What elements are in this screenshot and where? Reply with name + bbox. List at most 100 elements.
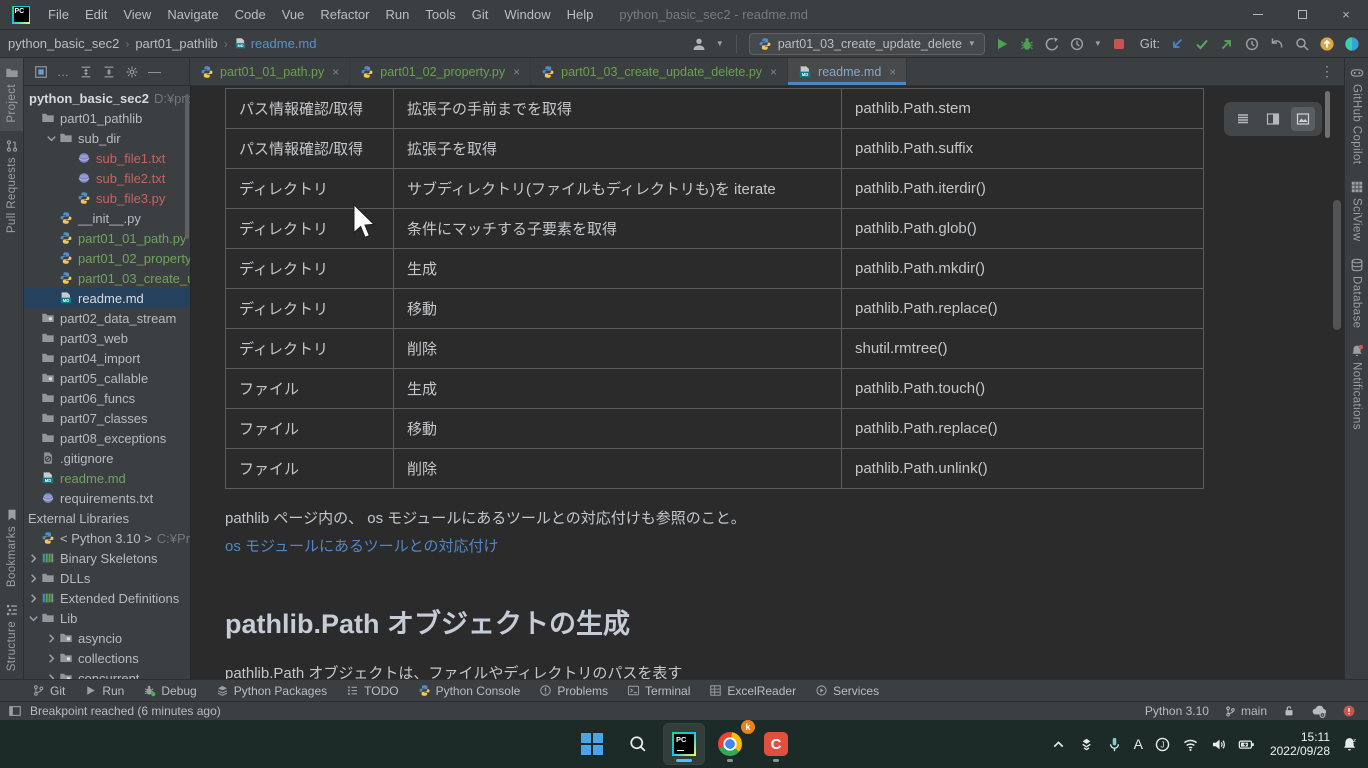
tree-item-readme-md[interactable]: MDreadme.md <box>24 468 190 488</box>
close-button[interactable]: × <box>1324 0 1368 29</box>
tree-item-lib[interactable]: Lib <box>24 608 190 628</box>
menu-file[interactable]: File <box>40 0 77 29</box>
stripe-button-database[interactable]: Database <box>1350 250 1364 336</box>
taskbar-app-chrome[interactable]: k <box>710 724 750 764</box>
stripe-button-pull-requests[interactable]: Pull Requests <box>5 131 19 241</box>
toolwindow-button-git[interactable]: Git <box>32 684 65 698</box>
select-opened-file-icon[interactable] <box>34 65 48 79</box>
git-commit-button[interactable] <box>1194 36 1210 52</box>
chevron-right-icon[interactable] <box>26 551 41 566</box>
tree-item-asyncio[interactable]: asyncio <box>24 628 190 648</box>
dropbox-icon[interactable] <box>1078 736 1095 753</box>
ime-icon[interactable]: A <box>1134 736 1143 752</box>
tree-item-readme-md[interactable]: MDreadme.md <box>24 288 190 308</box>
run-button[interactable] <box>994 36 1010 52</box>
menu-help[interactable]: Help <box>559 0 602 29</box>
stripe-button-structure[interactable]: Structure <box>5 595 19 679</box>
tab-part01-02-property-py[interactable]: part01_02_property.py× <box>350 58 531 85</box>
battery-icon[interactable] <box>1238 736 1255 753</box>
wifi-icon[interactable] <box>1182 736 1199 753</box>
expand-all-icon[interactable] <box>79 65 93 79</box>
tree-item-part03-web[interactable]: part03_web <box>24 328 190 348</box>
stripe-button-project[interactable]: Project <box>0 58 23 131</box>
toolwindow-button-terminal[interactable]: Terminal <box>627 684 690 698</box>
stripe-button-notifications[interactable]: Notifications <box>1350 336 1364 438</box>
stripe-button-sciview[interactable]: SciView <box>1350 172 1364 250</box>
user-dropdown-caret[interactable]: ▼ <box>716 40 724 48</box>
tree-item-collections[interactable]: collections <box>24 648 190 668</box>
collapse-all-icon[interactable] <box>102 65 116 79</box>
toolwindow-button-problems[interactable]: Problems <box>539 684 608 698</box>
microphone-icon[interactable] <box>1106 736 1123 753</box>
cloud-settings-icon[interactable] <box>1311 703 1327 719</box>
tab-close-icon[interactable]: × <box>513 65 520 79</box>
tree-item-sub-file3-py[interactable]: sub_file3.py <box>24 188 190 208</box>
chevron-right-icon[interactable] <box>44 651 59 666</box>
alarm-clock-icon[interactable]: J <box>1154 736 1171 753</box>
menu-run[interactable]: Run <box>378 0 418 29</box>
tool-window-toggle-icon[interactable] <box>8 704 22 718</box>
tree-item-sub-file1-txt[interactable]: sub_file1.txt <box>24 148 190 168</box>
history-button[interactable] <box>1244 36 1260 52</box>
preview-scrollbar[interactable] <box>1325 91 1330 138</box>
chevron-right-icon[interactable] <box>26 571 41 586</box>
menu-view[interactable]: View <box>115 0 159 29</box>
undo-button[interactable] <box>1269 36 1285 52</box>
tree-item-sub-dir[interactable]: sub_dir <box>24 128 190 148</box>
chevron-right-icon[interactable] <box>44 671 59 680</box>
tree-item-part08-exceptions[interactable]: part08_exceptions <box>24 428 190 448</box>
toolwindow-button-python-console[interactable]: Python Console <box>418 684 521 698</box>
tree-item-part01-02-property-py[interactable]: part01_02_property.py <box>24 248 190 268</box>
breadcrumb-item-part01-pathlib[interactable]: part01_pathlib <box>135 36 217 51</box>
hide-panel-icon[interactable]: — <box>148 64 161 79</box>
more-options-icon[interactable]: … <box>57 65 70 79</box>
taskbar-app-start[interactable] <box>572 724 612 764</box>
taskbar-app-search[interactable] <box>618 724 658 764</box>
gear-icon[interactable] <box>125 65 139 79</box>
tree-item-requirements-txt[interactable]: requirements.txt <box>24 488 190 508</box>
toolwindow-button-run[interactable]: Run <box>84 684 124 698</box>
tree-item-part05-callable[interactable]: part05_callable <box>24 368 190 388</box>
tab-readme-md[interactable]: MDreadme.md× <box>788 58 907 85</box>
chevron-down-icon[interactable] <box>44 131 59 146</box>
split-view-button[interactable] <box>1261 107 1285 131</box>
ide-update-icon[interactable] <box>1319 36 1335 52</box>
coverage-button[interactable] <box>1069 36 1085 52</box>
tray-chevron-icon[interactable] <box>1050 736 1067 753</box>
search-everywhere-button[interactable] <box>1294 36 1310 52</box>
chevron-right-icon[interactable] <box>26 591 41 606</box>
run-more-caret[interactable]: ▼ <box>1094 40 1102 48</box>
taskbar-app-pycharm[interactable]: PC <box>664 724 704 764</box>
lock-icon[interactable] <box>1282 704 1296 718</box>
run-configuration-select[interactable]: part01_03_create_update_delete ▼ <box>749 33 985 55</box>
git-update-button[interactable] <box>1169 36 1185 52</box>
tab-part01-03-create-update-delete-py[interactable]: part01_03_create_update_delete.py× <box>531 58 788 85</box>
tree-item-extended-definitions[interactable]: Extended Definitions <box>24 588 190 608</box>
minimize-button[interactable] <box>1236 0 1280 29</box>
git-push-button[interactable] <box>1219 36 1235 52</box>
taskbar-clock[interactable]: 15:11 2022/09/28 <box>1270 730 1330 758</box>
tree-item-part01-01-path-py[interactable]: part01_01_path.py <box>24 228 190 248</box>
tree-item-binary-skeletons[interactable]: Binary Skeletons <box>24 548 190 568</box>
menu-edit[interactable]: Edit <box>77 0 115 29</box>
tab-close-icon[interactable]: × <box>332 65 339 79</box>
maximize-button[interactable] <box>1280 0 1324 29</box>
tab-close-icon[interactable]: × <box>770 65 777 79</box>
stripe-button-bookmarks[interactable]: Bookmarks <box>5 500 19 595</box>
volume-icon[interactable] <box>1210 736 1227 753</box>
tab-part01-01-path-py[interactable]: part01_01_path.py× <box>190 58 350 85</box>
breadcrumb-item-python-basic-sec2[interactable]: python_basic_sec2 <box>8 36 119 51</box>
tree-item-part07-classes[interactable]: part07_classes <box>24 408 190 428</box>
tree-item-part01-pathlib[interactable]: part01_pathlib <box>24 108 190 128</box>
code-with-me-icon[interactable] <box>1344 36 1360 52</box>
interpreter-selector[interactable]: Python 3.10 <box>1145 704 1209 718</box>
breadcrumb-item-readme-md[interactable]: MDreadme.md <box>234 36 317 51</box>
user-icon[interactable] <box>691 36 707 52</box>
debug-button[interactable] <box>1019 36 1035 52</box>
editor-scrollbar[interactable] <box>1333 200 1341 330</box>
tree-item-dlls[interactable]: DLLs <box>24 568 190 588</box>
tree-item-part02-data-stream[interactable]: part02_data_stream <box>24 308 190 328</box>
tab-options-icon[interactable]: ⋮ <box>1310 58 1344 85</box>
chevron-right-icon[interactable] <box>44 631 59 646</box>
toolwindow-button-services[interactable]: Services <box>815 684 879 698</box>
